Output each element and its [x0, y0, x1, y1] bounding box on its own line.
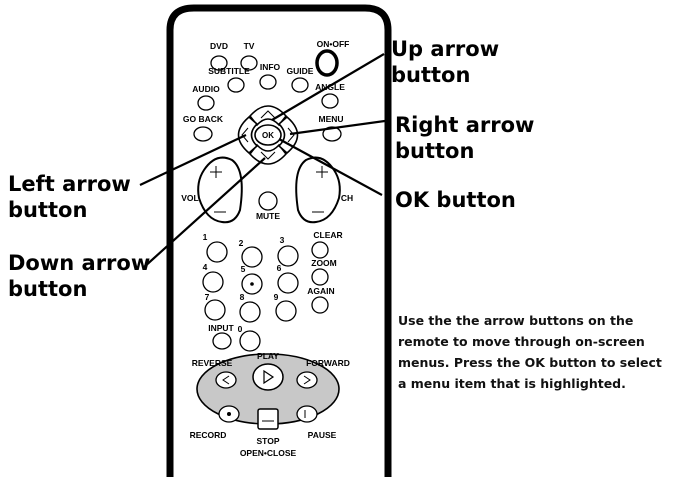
clear-button[interactable]	[311, 241, 329, 259]
digit-5-dot-icon	[250, 282, 254, 286]
info-button[interactable]	[259, 74, 277, 90]
on-off-button[interactable]	[315, 49, 339, 77]
forward-button[interactable]	[296, 371, 318, 389]
zoom-label: ZOOM	[311, 258, 337, 268]
record-label: RECORD	[190, 430, 227, 440]
left-arrow-callout: Left arrow button	[8, 172, 131, 222]
digit-2-label: 2	[239, 238, 244, 248]
menu-label: MENU	[318, 114, 343, 124]
angle-button[interactable]	[321, 93, 339, 109]
digit-3-label: 3	[280, 235, 285, 245]
input-button[interactable]	[212, 332, 232, 350]
go-back-button[interactable]	[193, 126, 213, 142]
subtitle-button[interactable]	[227, 77, 245, 93]
digit-0-label: 0	[238, 324, 243, 334]
forward-label: FORWARD	[306, 358, 350, 368]
ok-label: OK	[262, 131, 274, 140]
info-label: INFO	[260, 62, 281, 72]
digit-1-label: 1	[203, 232, 208, 242]
ok-button-callout: OK button	[395, 188, 516, 212]
play-button[interactable]	[252, 363, 284, 391]
digit-4-button[interactable]	[202, 271, 224, 293]
instruction-note: Use the the arrow buttons on the remote …	[398, 310, 681, 394]
digit-7-button[interactable]	[204, 299, 226, 321]
note-line: menus. Press the OK button to select	[398, 355, 662, 370]
go-back-label: GO BACK	[183, 114, 224, 124]
guide-label: GUIDE	[287, 66, 314, 76]
subtitle-label: SUBTITLE	[208, 66, 250, 76]
stop-label: STOP	[257, 436, 280, 446]
right-arrow-callout: Right arrow button	[395, 113, 535, 163]
reverse-button[interactable]	[215, 371, 237, 389]
pause-label: PAUSE	[308, 430, 337, 440]
up-arrow-callout: Up arrow button	[391, 37, 500, 87]
on-off-label: ON•OFF	[317, 39, 350, 49]
zoom-button[interactable]	[311, 268, 329, 286]
mute-label: MUTE	[256, 211, 280, 221]
record-icon	[227, 412, 231, 416]
stop-button[interactable]	[257, 408, 279, 430]
note-line: remote to move through on-screen	[398, 334, 645, 349]
remote-diagram: DVD TV ON•OFF SUBTITLE INFO GUIDE AUDIO …	[139, 4, 392, 477]
guide-button[interactable]	[291, 77, 309, 93]
note-line: Use the the arrow buttons on the	[398, 313, 634, 328]
play-label: PLAY	[257, 351, 279, 361]
audio-button[interactable]	[197, 95, 215, 111]
again-label: AGAIN	[307, 286, 334, 296]
down-arrow-callout: Down arrow button	[8, 251, 151, 301]
dvd-label: DVD	[210, 41, 228, 51]
digit-9-label: 9	[274, 292, 279, 302]
open-close-label: OPEN•CLOSE	[240, 448, 297, 458]
clear-label: CLEAR	[313, 230, 342, 240]
digit-5-label: 5	[241, 264, 246, 274]
note-line: a menu item that is highlighted.	[398, 376, 626, 391]
digit-9-button[interactable]	[275, 300, 297, 322]
pause-button[interactable]	[296, 405, 318, 423]
digit-6-label: 6	[277, 263, 282, 273]
again-button[interactable]	[311, 296, 329, 314]
digit-8-button[interactable]	[239, 301, 261, 323]
input-label: INPUT	[208, 323, 234, 333]
mute-button[interactable]	[258, 191, 278, 211]
digit-0-button[interactable]	[239, 330, 261, 352]
vol-label: VOL	[181, 193, 198, 203]
digit-1-button[interactable]	[206, 241, 228, 263]
digit-4-label: 4	[203, 262, 208, 272]
audio-label: AUDIO	[192, 84, 220, 94]
tv-label: TV	[244, 41, 255, 51]
digit-7-label: 7	[205, 292, 210, 302]
digit-8-label: 8	[240, 292, 245, 302]
reverse-label: REVERSE	[192, 358, 233, 368]
ch-label: CH	[341, 193, 353, 203]
digit-6-button[interactable]	[277, 272, 299, 294]
